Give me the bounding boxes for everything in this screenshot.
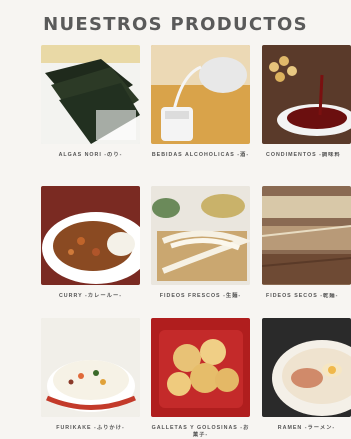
product-label[interactable]: CURRY -カレールー- [41, 293, 140, 300]
product-image-algas-nori[interactable] [41, 45, 140, 144]
product-image-fideos-frescos[interactable] [151, 186, 250, 285]
product-label[interactable]: RAMEN -ラーメン- [262, 425, 351, 432]
product-image-curry[interactable] [41, 186, 140, 285]
product-label[interactable]: CONDIMENTOS -調味料 [262, 152, 351, 159]
product-label[interactable]: GALLETAS Y GOLOSINAS -お菓子- [151, 425, 250, 439]
product-label[interactable]: FURIKAKE -ふりかけ- [41, 425, 140, 432]
product-label[interactable]: FIDEOS SECOS -乾麺- [262, 293, 351, 300]
product-card-curry[interactable]: CURRY -カレールー- [41, 186, 140, 300]
product-image-furikake[interactable] [41, 318, 140, 417]
product-card-condimentos[interactable]: CONDIMENTOS -調味料 [262, 45, 351, 159]
product-image-galletas[interactable] [151, 318, 250, 417]
product-label[interactable]: FIDEOS FRESCOS -生麺- [151, 293, 250, 300]
product-image-ramen[interactable] [262, 318, 351, 417]
product-card-fideos-frescos[interactable]: FIDEOS FRESCOS -生麺- [151, 186, 250, 300]
product-card-galletas[interactable]: GALLETAS Y GOLOSINAS -お菓子- [151, 318, 250, 439]
product-card-fideos-secos[interactable]: FIDEOS SECOS -乾麺- [262, 186, 351, 300]
product-card-furikake[interactable]: FURIKAKE -ふりかけ- [41, 318, 140, 432]
product-card-algas-nori[interactable]: ALGAS NORI -のり- [41, 45, 140, 159]
product-label[interactable]: BEBIDAS ALCOHOLICAS -酒- [151, 152, 250, 159]
product-grid: ALGAS NORI -のり- BEBIDAS ALCOHOLICAS -酒- [0, 0, 351, 438]
product-image-bebidas[interactable] [151, 45, 250, 144]
product-card-bebidas[interactable]: BEBIDAS ALCOHOLICAS -酒- [151, 45, 250, 159]
product-image-fideos-secos[interactable] [262, 186, 351, 285]
product-image-condimentos[interactable] [262, 45, 351, 144]
product-label[interactable]: ALGAS NORI -のり- [41, 152, 140, 159]
product-card-ramen[interactable]: RAMEN -ラーメン- [262, 318, 351, 432]
